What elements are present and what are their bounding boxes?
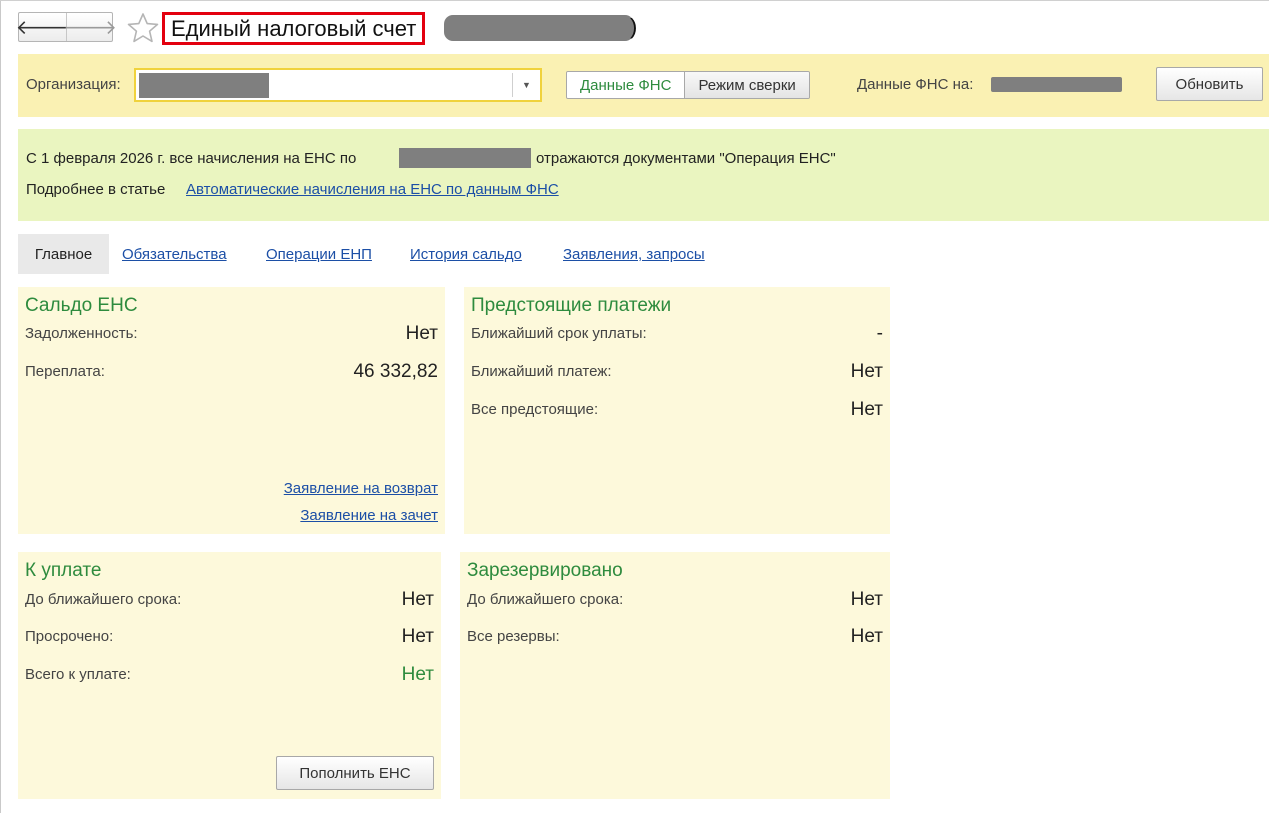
arrow-left-icon: 🡐 <box>15 16 70 39</box>
until-nearest-deadline-value: Нет <box>401 589 434 610</box>
navigation-buttons: 🡐 🡒 <box>16 12 117 42</box>
tab-enp-operations[interactable]: Операции ЕНП <box>266 234 372 274</box>
saldo-card-title: Сальдо ЕНС <box>25 295 138 316</box>
window-top-border <box>0 0 1269 1</box>
info-line1-prefix: С 1 февраля 2026 г. все начисления на ЕН… <box>26 150 357 167</box>
reserved-until-deadline-value: Нет <box>850 589 883 610</box>
organization-label: Организация: <box>26 76 121 93</box>
debt-value: Нет <box>405 323 438 344</box>
info-line1-suffix: отражаются документами "Операция ЕНС" <box>536 150 836 167</box>
all-reserves-value: Нет <box>850 626 883 647</box>
overdue-value: Нет <box>401 626 434 647</box>
article-link[interactable]: Автоматические начисления на ЕНС по данн… <box>186 181 559 198</box>
saldo-card: Сальдо ЕНС Задолженность: Нет Переплата:… <box>18 287 445 534</box>
all-upcoming-value: Нет <box>850 399 883 420</box>
info-banner: С 1 февраля 2026 г. все начисления на ЕН… <box>18 129 1269 221</box>
organization-dropdown-button[interactable]: ▼ <box>512 73 540 97</box>
arrow-right-icon: 🡒 <box>63 16 117 39</box>
all-reserves-label: Все резервы: <box>467 628 560 645</box>
refund-application-link[interactable]: Заявление на возврат <box>284 480 438 497</box>
to-pay-card: К уплате До ближайшего срока: Нет Просро… <box>18 552 441 799</box>
upcoming-card-title: Предстоящие платежи <box>471 295 672 316</box>
upcoming-payments-card: Предстоящие платежи Ближайший срок уплат… <box>464 287 890 534</box>
fns-date-label: Данные ФНС на: <box>857 76 974 93</box>
refresh-button[interactable]: Обновить <box>1156 67 1263 101</box>
offset-application-link[interactable]: Заявление на зачет <box>300 507 438 524</box>
total-to-pay-label: Всего к уплате: <box>25 666 131 683</box>
debt-label: Задолженность: <box>25 325 138 342</box>
star-icon[interactable] <box>127 12 159 44</box>
total-to-pay-value: Нет <box>401 664 434 685</box>
tab-obligations[interactable]: Обязательства <box>122 234 227 274</box>
organization-select[interactable]: ▼ <box>134 68 542 102</box>
reserved-card-title: Зарезервировано <box>467 560 623 581</box>
nearest-due-date-value: - <box>876 323 883 344</box>
page-title: Единый налоговый счет <box>171 15 417 41</box>
title-closing-paren: ) <box>630 14 638 39</box>
overpayment-label: Переплата: <box>25 363 105 380</box>
fns-data-button[interactable]: Данные ФНС <box>567 72 686 98</box>
nearest-due-date-label: Ближайший срок уплаты: <box>471 325 647 342</box>
overdue-label: Просрочено: <box>25 628 114 645</box>
chevron-down-icon: ▼ <box>522 80 531 90</box>
redacted-fns-date <box>991 77 1122 92</box>
nearest-payment-value: Нет <box>850 361 883 382</box>
mode-switch: Данные ФНС Режим сверки <box>566 71 810 99</box>
all-upcoming-label: Все предстоящие: <box>471 401 599 418</box>
redacted-organization-name <box>444 15 634 41</box>
page-title-frame: Единый налоговый счет <box>162 12 426 45</box>
reserved-until-deadline-label: До ближайшего срока: <box>467 591 624 608</box>
overpayment-value: 46 332,82 <box>353 361 438 382</box>
forward-button[interactable]: 🡒 <box>63 13 117 41</box>
tab-balance-history[interactable]: История сальдо <box>410 234 522 274</box>
organization-toolbar: Организация: ▼ Данные ФНС Режим сверки Д… <box>18 54 1269 117</box>
reserved-card: Зарезервировано До ближайшего срока: Нет… <box>460 552 890 799</box>
until-nearest-deadline-label: До ближайшего срока: <box>25 591 182 608</box>
tab-main[interactable]: Главное <box>18 234 109 274</box>
nearest-payment-label: Ближайший платеж: <box>471 363 612 380</box>
redacted-info-organization <box>399 148 531 168</box>
redacted-organization-value <box>139 73 269 98</box>
to-pay-card-title: К уплате <box>25 560 102 581</box>
tab-applications-requests[interactable]: Заявления, запросы <box>563 234 705 274</box>
window-left-border <box>0 0 1 813</box>
reconciliation-mode-button[interactable]: Режим сверки <box>685 72 809 98</box>
back-button[interactable]: 🡐 <box>16 13 70 41</box>
top-up-ens-button[interactable]: Пополнить ЕНС <box>276 756 434 790</box>
info-line2-prefix: Подробнее в статье <box>26 181 166 198</box>
